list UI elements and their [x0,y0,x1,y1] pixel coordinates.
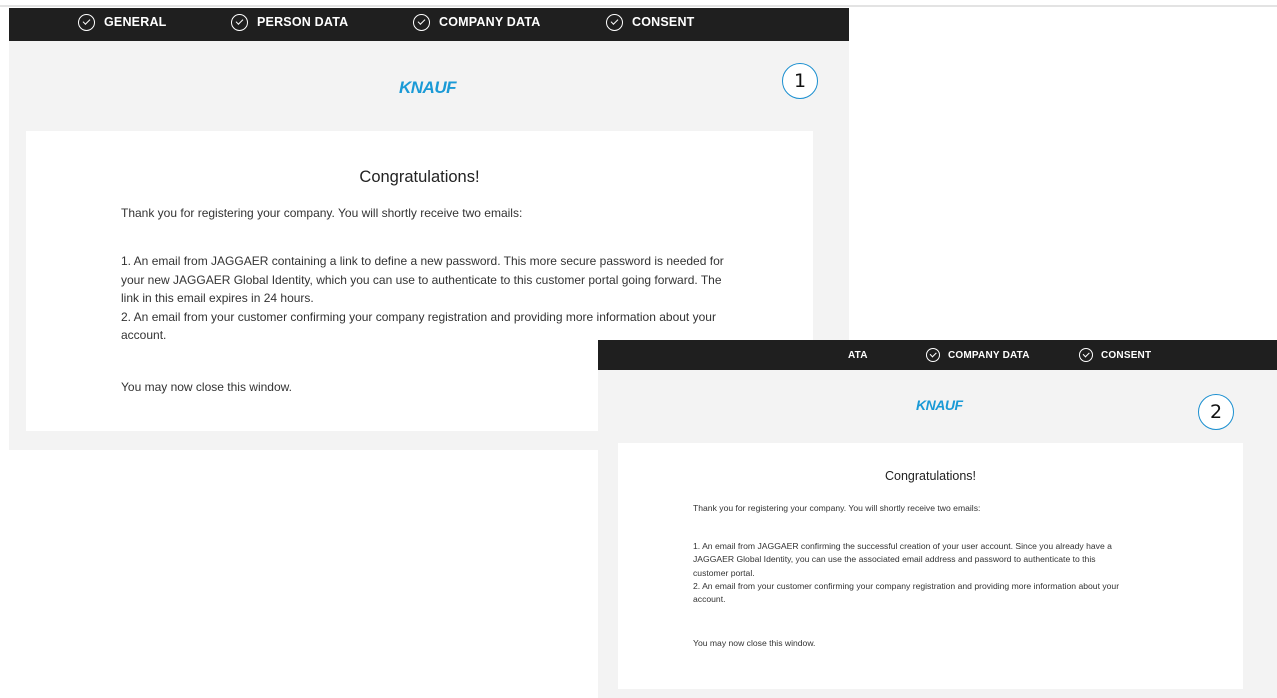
step-company-data[interactable]: COMPANY DATA [413,8,540,36]
step-label: COMPANY DATA [948,349,1030,361]
closing-text: You may now close this window. [693,638,816,648]
step-label: CONSENT [1101,349,1152,361]
email-item-2-line-1: 2. An email from your customer confirmin… [693,580,1120,591]
step-person-data[interactable]: PERSON DATA [231,8,348,36]
top-divider [0,5,1277,7]
step-general[interactable]: GENERAL [78,8,167,36]
step-person-data[interactable]: ATA [848,340,868,370]
check-circle-icon [926,348,940,362]
email-item-1-line-2: JAGGAER Global Identity, you can use the… [693,554,1096,565]
step-label: PERSON DATA [257,15,349,29]
knauf-logo: KNAUF [399,78,457,97]
step-company-data[interactable]: COMPANY DATA [926,340,1030,370]
step-label: ATA [848,349,868,361]
email-item-1-line-3: link in this email expires in 24 hours. [121,291,314,305]
screenshot-2: ATA COMPANY DATA CONSENT KNAUF 2 Congrat… [598,340,1277,698]
email-item-1-line-3: customer portal. [693,567,755,578]
email-item-1-line-1: 1. An email from JAGGAER confirming the … [693,541,1112,551]
intro-text: Thank you for registering your company. … [121,206,523,220]
step-label: COMPANY DATA [439,15,541,29]
email-item-1-line-1: 1. An email from JAGGAER containing a li… [121,254,724,268]
confirmation-title: Congratulations! [359,168,480,186]
step-label: CONSENT [632,15,695,29]
registration-step-bar: ATA COMPANY DATA CONSENT [598,340,1277,370]
confirmation-card: Congratulations! Thank you for registeri… [618,443,1243,689]
check-circle-icon [231,13,248,31]
registration-step-bar: GENERAL PERSON DATA COMPANY DATA CONSENT [9,8,849,41]
email-item-2-line-2: account. [693,594,726,605]
knauf-logo: KNAUF [916,397,963,413]
step-label: GENERAL [104,15,167,29]
email-item-2-line-1: 2. An email from your customer confirmin… [121,309,716,324]
intro-text: Thank you for registering your company. … [693,503,981,513]
annotation-badge-2: 2 [1198,394,1234,430]
email-item-1-line-2: your new JAGGAER Global Identity, which … [121,272,722,287]
step-consent[interactable]: CONSENT [606,8,695,36]
check-circle-icon [606,13,623,31]
closing-text: You may now close this window. [121,380,292,394]
confirmation-title: Congratulations! [884,469,977,483]
check-circle-icon [1079,348,1093,362]
step-consent[interactable]: CONSENT [1079,340,1151,370]
check-circle-icon [413,13,430,31]
email-item-2-line-2: account. [121,328,167,342]
check-circle-icon [78,13,95,31]
annotation-badge-1: 1 [782,63,818,99]
